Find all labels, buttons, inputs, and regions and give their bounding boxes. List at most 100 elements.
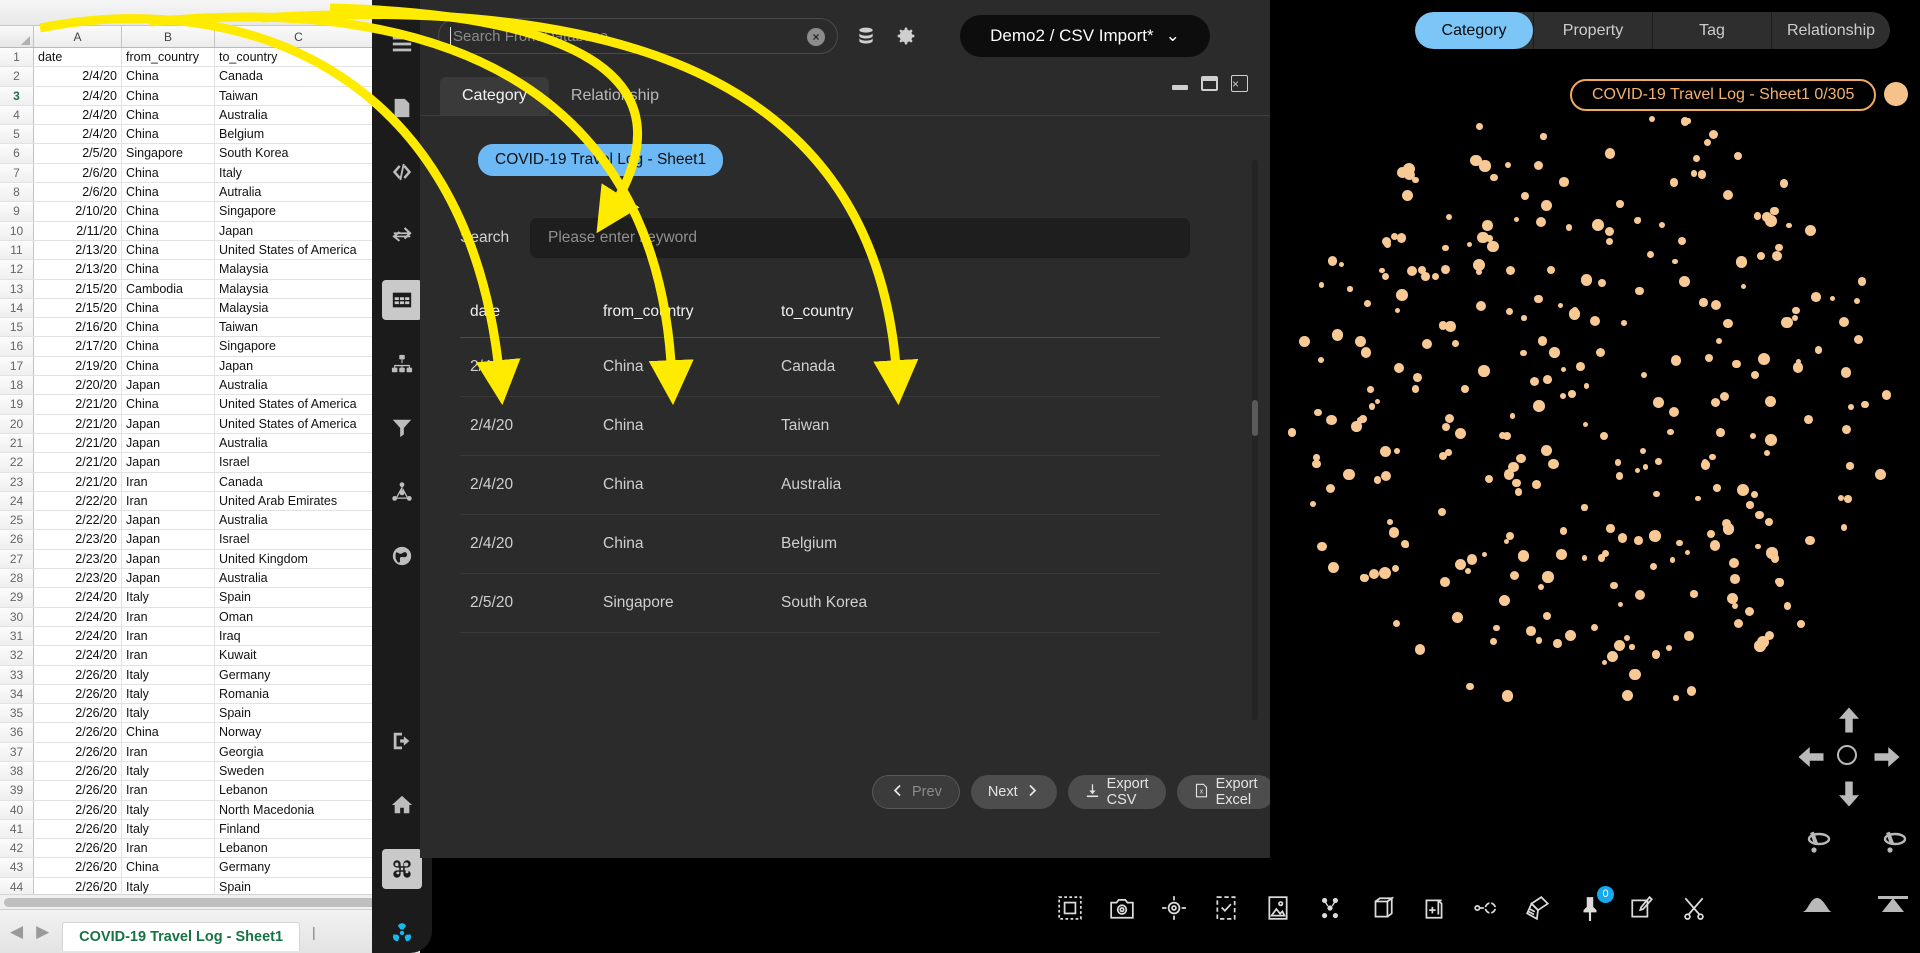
pan-left-icon[interactable]	[1796, 742, 1826, 777]
row-number[interactable]: 42	[0, 839, 34, 857]
cell-to-country[interactable]: Sweden	[215, 762, 383, 780]
graph-node[interactable]	[1319, 282, 1324, 287]
graph-group-label[interactable]: COVID-19 Travel Log - Sheet1 0/305	[1570, 79, 1876, 111]
graph-node[interactable]	[1805, 536, 1815, 546]
cell-from-country[interactable]: China	[122, 241, 215, 259]
graph-node[interactable]	[1705, 354, 1713, 362]
graph-node[interactable]	[1569, 308, 1581, 320]
graph-node[interactable]	[1465, 568, 1471, 574]
graph-node[interactable]	[1516, 454, 1526, 464]
transfer-icon[interactable]	[382, 216, 422, 256]
graph-node[interactable]	[1711, 398, 1720, 407]
cell-date[interactable]: 2/26/20	[34, 858, 122, 876]
cell-to-country[interactable]: United Kingdom	[215, 550, 383, 568]
column-header-c[interactable]: C	[215, 26, 383, 47]
graph-node[interactable]	[1510, 413, 1515, 418]
spreadsheet-row[interactable]: 432/26/20ChinaGermany	[0, 858, 420, 877]
spreadsheet-row[interactable]: 322/24/20IranKuwait	[0, 646, 420, 665]
graph-node[interactable]	[1515, 488, 1522, 495]
graph-node[interactable]	[1565, 630, 1576, 641]
graph-node[interactable]	[1650, 563, 1657, 570]
row-number[interactable]: 35	[0, 704, 34, 722]
graph-node[interactable]	[1387, 519, 1393, 525]
graph-node[interactable]	[1671, 355, 1681, 365]
graph-node[interactable]	[1666, 645, 1672, 651]
graph-node[interactable]	[1461, 385, 1469, 393]
cell-from-country[interactable]: Iran	[122, 781, 215, 799]
graph-node[interactable]	[1757, 636, 1769, 648]
spreadsheet-hscrollbar-track[interactable]	[0, 894, 420, 909]
graph-node[interactable]	[1520, 350, 1526, 356]
graph-node[interactable]	[1815, 346, 1823, 354]
cell-date[interactable]: 2/24/20	[34, 627, 122, 645]
cell-to-country[interactable]: United States of America	[215, 395, 383, 413]
cell-date[interactable]: 2/22/20	[34, 492, 122, 510]
graph-node[interactable]	[1547, 266, 1555, 274]
graph-node[interactable]	[1477, 232, 1488, 243]
cell-date[interactable]: 2/23/20	[34, 569, 122, 587]
cell-date[interactable]: 2/26/20	[34, 781, 122, 799]
graph-node[interactable]	[1364, 300, 1371, 307]
cell-date[interactable]: 2/21/20	[34, 415, 122, 433]
graph-node[interactable]	[1737, 484, 1749, 496]
graph-node[interactable]	[1452, 340, 1459, 347]
graph-node[interactable]	[1412, 385, 1420, 393]
checkbox-node-icon[interactable]	[1211, 893, 1241, 923]
sheet-tab-covid[interactable]: COVID-19 Travel Log - Sheet1	[62, 922, 300, 951]
graph-node[interactable]	[1861, 401, 1869, 409]
cell-from-country[interactable]: China	[122, 318, 215, 336]
graph-node[interactable]	[1318, 357, 1324, 363]
graph-node[interactable]	[1690, 590, 1697, 597]
graph-node[interactable]	[1669, 407, 1679, 417]
cell-from-country[interactable]: China	[122, 395, 215, 413]
graph-node[interactable]	[1581, 504, 1587, 510]
network-icon[interactable]	[382, 472, 422, 512]
spreadsheet-row[interactable]: 192/21/20ChinaUnited States of America	[0, 395, 420, 414]
code-icon[interactable]	[382, 152, 422, 192]
graph-node[interactable]	[1343, 469, 1354, 480]
graph-node[interactable]	[1793, 362, 1803, 372]
graph-node[interactable]	[1616, 472, 1624, 480]
cell-date[interactable]: 2/19/20	[34, 357, 122, 375]
command-icon[interactable]	[382, 849, 422, 889]
add-page-icon[interactable]	[1419, 893, 1449, 923]
graph-node[interactable]	[1797, 620, 1805, 628]
graph-node[interactable]	[1332, 329, 1343, 340]
hamburger-menu-icon[interactable]	[382, 24, 422, 64]
graph-node[interactable]	[1713, 484, 1721, 492]
spreadsheet-window[interactable]: A B C D 1 date from_country to_country 2…	[0, 0, 420, 953]
graph-node[interactable]	[1841, 524, 1848, 531]
graph-node[interactable]	[1670, 178, 1679, 187]
cell-from-country[interactable]: Japan	[122, 453, 215, 471]
spreadsheet-row[interactable]: 352/26/20ItalySpain	[0, 704, 420, 723]
tilt-down-icon[interactable]	[1800, 890, 1834, 923]
graph-node[interactable]	[1455, 559, 1466, 570]
graph-node[interactable]	[1582, 555, 1588, 561]
row-number[interactable]: 15	[0, 318, 34, 336]
cell-date-header[interactable]: date	[34, 48, 122, 66]
cube-icon[interactable]	[1367, 893, 1397, 923]
row-number[interactable]: 6	[0, 144, 34, 162]
document-icon[interactable]	[382, 88, 422, 128]
spreadsheet-row[interactable]: 232/21/20IranCanada	[0, 473, 420, 492]
graph-node[interactable]	[1566, 224, 1572, 230]
graph-node[interactable]	[1629, 644, 1634, 649]
cell-to-country[interactable]: Australia	[215, 511, 383, 529]
cell-from-country[interactable]: Japan	[122, 511, 215, 529]
graph-node[interactable]	[1530, 377, 1539, 386]
graph-node[interactable]	[1381, 471, 1391, 481]
cell-date[interactable]: 2/20/20	[34, 376, 122, 394]
graph-node[interactable]	[1476, 123, 1483, 130]
graph-node[interactable]	[1445, 414, 1454, 423]
graph-node[interactable]	[1672, 259, 1677, 264]
export-csv-button[interactable]: Export CSV	[1068, 775, 1166, 809]
graph-node[interactable]	[1415, 644, 1425, 654]
cell-to-country[interactable]: Kuwait	[215, 646, 383, 664]
graph-node[interactable]	[1526, 626, 1536, 636]
row-number[interactable]: 28	[0, 569, 34, 587]
graph-node[interactable]	[1602, 660, 1607, 665]
graph-node[interactable]	[1576, 362, 1585, 371]
spreadsheet-row[interactable]: 72/6/20ChinaItaly	[0, 164, 420, 183]
cell-from-country[interactable]: Japan	[122, 415, 215, 433]
graph-node[interactable]	[1581, 274, 1593, 286]
